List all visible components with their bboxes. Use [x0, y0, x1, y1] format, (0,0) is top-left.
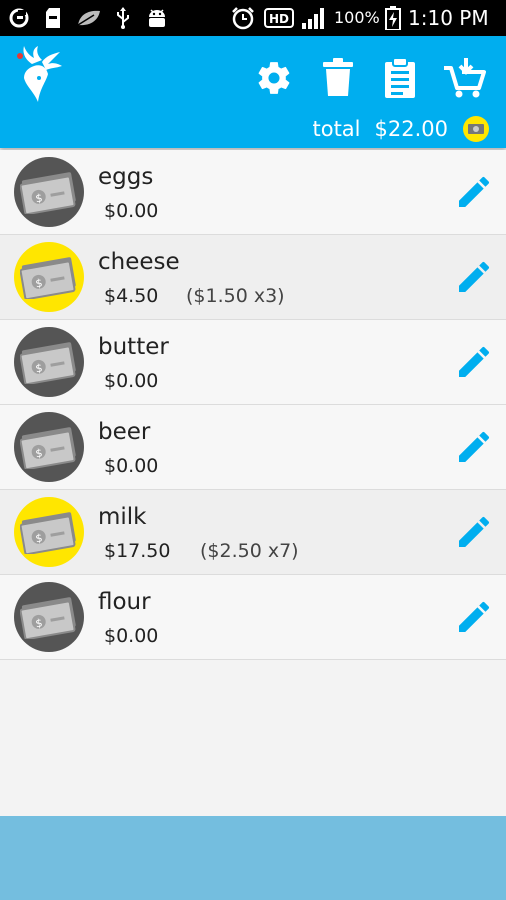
item-price: $0.00 — [104, 455, 159, 477]
signal-icon — [300, 6, 328, 30]
edit-icon[interactable] — [452, 595, 496, 639]
money-icon[interactable]: $ — [14, 327, 84, 397]
status-bar: HD 100% 1:10 PM — [0, 0, 506, 36]
battery-charging-icon — [384, 6, 402, 30]
edit-icon[interactable] — [452, 170, 496, 214]
item-unit-detail: ($1.50 x3) — [186, 285, 285, 307]
item-price: $0.00 — [104, 370, 159, 392]
item-name: butter — [98, 334, 169, 360]
item-name: flour — [98, 589, 151, 615]
list-item[interactable]: $ milk $17.50 ($2.50 x7) — [0, 490, 506, 575]
item-price: $4.50 — [104, 285, 159, 307]
item-price: $0.00 — [104, 200, 159, 222]
money-icon[interactable]: $ — [14, 412, 84, 482]
list-item[interactable]: $ beer $0.00 — [0, 405, 506, 490]
usb-icon — [112, 6, 134, 30]
svg-text:HD: HD — [269, 12, 289, 26]
hd-icon: HD — [264, 6, 294, 30]
bottom-bar — [0, 816, 506, 900]
total-summary: total $22.00 — [312, 114, 490, 144]
item-price: $0.00 — [104, 625, 159, 647]
item-price: $17.50 — [104, 540, 171, 562]
list-item[interactable]: $ flour $0.00 — [0, 575, 506, 660]
item-name: beer — [98, 419, 151, 445]
app-bar: total $22.00 — [0, 36, 506, 148]
android-icon — [144, 6, 170, 30]
money-icon[interactable]: $ — [14, 582, 84, 652]
settings-icon[interactable] — [252, 56, 296, 100]
edit-icon[interactable] — [452, 425, 496, 469]
edit-icon[interactable] — [452, 510, 496, 554]
clock-time: 1:10 PM — [408, 6, 489, 30]
alarm-icon — [230, 6, 256, 30]
deer-logo-icon[interactable] — [12, 44, 66, 106]
delete-icon[interactable] — [316, 56, 360, 100]
leaf-icon — [76, 6, 102, 30]
money-icon[interactable]: $ — [14, 497, 84, 567]
item-name: milk — [98, 504, 147, 530]
item-unit-detail: ($2.50 x7) — [200, 540, 299, 562]
item-name: cheese — [98, 249, 180, 275]
edit-icon[interactable] — [452, 340, 496, 384]
money-icon[interactable]: $ — [14, 242, 84, 312]
sd-card-icon — [42, 6, 64, 30]
battery-percent: 100% — [334, 8, 380, 27]
list-item[interactable]: $ eggs $0.00 — [0, 150, 506, 235]
cart-add-icon[interactable] — [442, 56, 486, 100]
list-item[interactable]: $ cheese $4.50 ($1.50 x3) — [0, 235, 506, 320]
shopping-list: $ eggs $0.00 $ cheese $4.50 ($1.50 x3) $… — [0, 150, 506, 660]
clipboard-icon[interactable] — [378, 56, 422, 100]
money-icon[interactable]: $ — [14, 157, 84, 227]
item-name: eggs — [98, 164, 154, 190]
total-value: $22.00 — [374, 117, 448, 141]
edit-icon[interactable] — [452, 255, 496, 299]
total-label: total — [312, 117, 361, 141]
money-coin-icon — [462, 115, 490, 143]
carrier-icon — [8, 6, 30, 30]
list-item[interactable]: $ butter $0.00 — [0, 320, 506, 405]
